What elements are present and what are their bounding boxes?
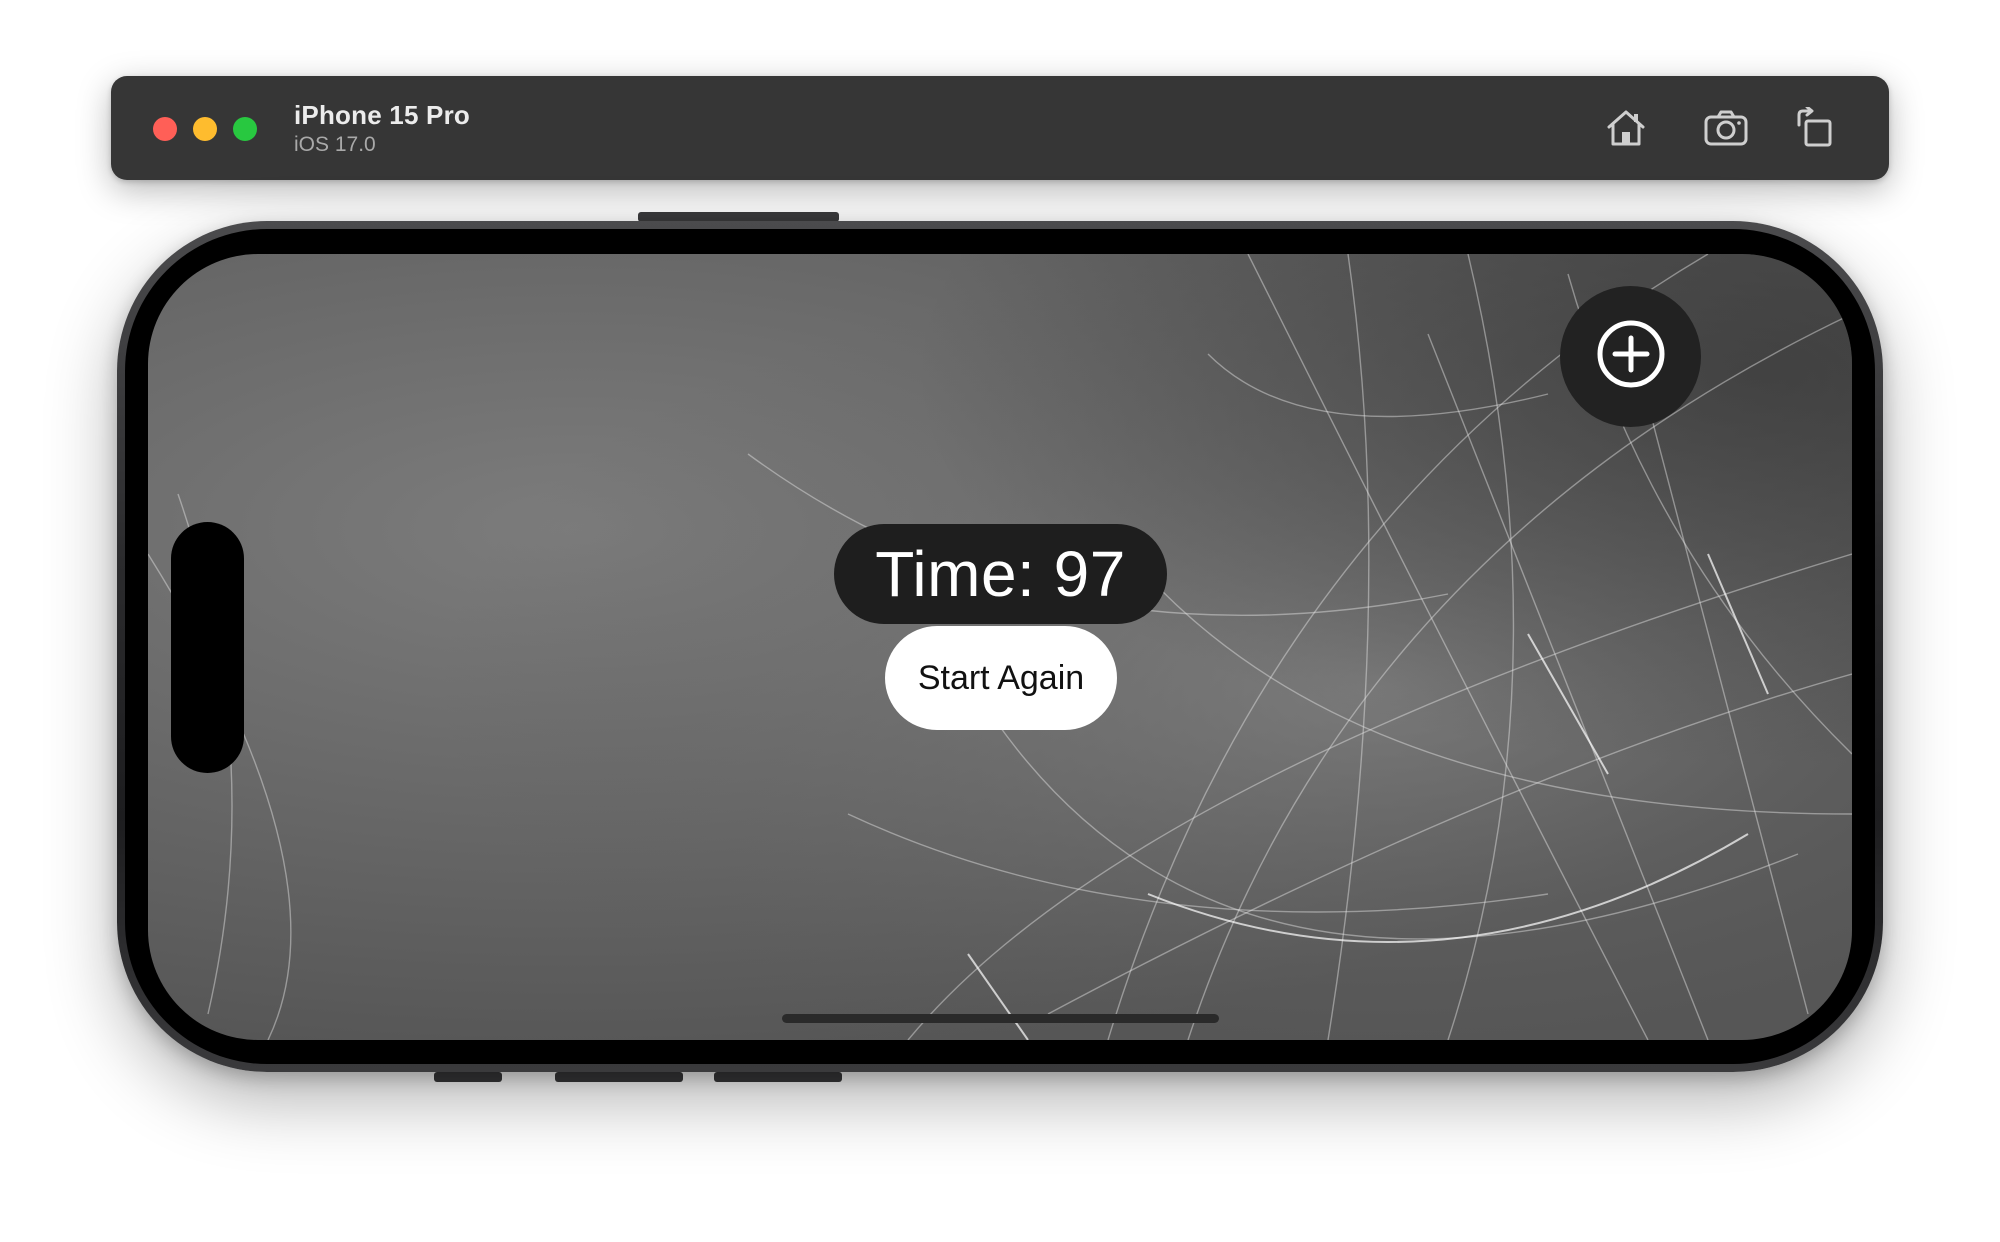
screenshot-button[interactable] [1696, 98, 1756, 158]
timer-display: Time: 97 [834, 524, 1167, 624]
window-minimize-button[interactable] [193, 117, 217, 141]
dynamic-island [171, 522, 244, 773]
rotate-icon [1795, 107, 1835, 149]
window-zoom-button[interactable] [233, 117, 257, 141]
home-indicator[interactable] [782, 1014, 1219, 1023]
start-again-button[interactable]: Start Again [885, 626, 1117, 730]
home-button[interactable] [1596, 98, 1656, 158]
bottom-side-button-2 [555, 1072, 683, 1082]
add-button[interactable] [1560, 286, 1701, 427]
timer-label: Time: 97 [875, 538, 1126, 610]
simulator-stage: iPhone 15 Pro iOS 17.0 Time: 97 Start Ag… [0, 0, 2000, 1242]
rotate-button[interactable] [1785, 98, 1845, 158]
camera-icon [1703, 109, 1749, 147]
device-name: iPhone 15 Pro [294, 100, 470, 130]
bottom-side-button-3 [714, 1072, 842, 1082]
os-version: iOS 17.0 [294, 133, 376, 156]
window-close-button[interactable] [153, 117, 177, 141]
home-icon [1605, 108, 1647, 148]
plus-circle-icon [1595, 318, 1667, 395]
simulator-title-bar: iPhone 15 Pro iOS 17.0 [111, 76, 1889, 180]
start-again-label: Start Again [917, 658, 1085, 697]
bottom-side-button-1 [434, 1072, 502, 1082]
